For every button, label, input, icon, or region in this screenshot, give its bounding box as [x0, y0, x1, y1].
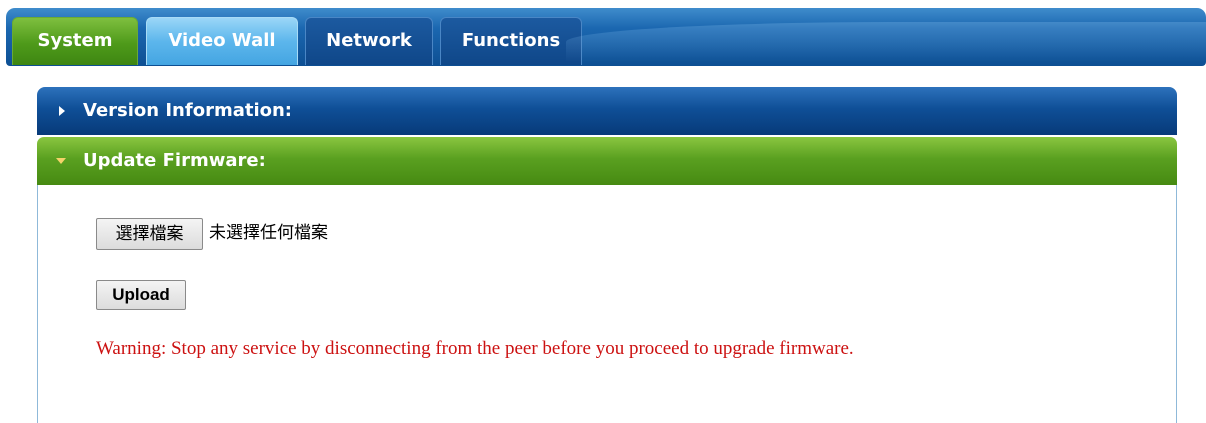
tab-system[interactable]: System [12, 17, 138, 65]
tab-functions[interactable]: Functions [440, 17, 582, 65]
update-firmware-title: Update Firmware: [83, 150, 266, 171]
system-settings-panel: Version Information: Update Firmware: 選擇… [37, 87, 1177, 423]
firmware-update-page: System Video Wall Network Functions Vers… [0, 0, 1206, 423]
firmware-warning-text: Warning: Stop any service by disconnecti… [96, 338, 854, 359]
update-firmware-body: 選擇檔案 未選擇任何檔案 Upload Warning: Stop any se… [37, 185, 1177, 423]
upload-button[interactable]: Upload [96, 280, 186, 310]
choose-file-button[interactable]: 選擇檔案 [96, 218, 203, 250]
tab-network[interactable]: Network [305, 17, 433, 65]
version-information-header[interactable]: Version Information: [37, 87, 1177, 135]
caret-down-icon [56, 158, 66, 164]
main-tab-bar: System Video Wall Network Functions [6, 8, 1206, 66]
update-firmware-header[interactable]: Update Firmware: [37, 137, 1177, 185]
tab-video-wall[interactable]: Video Wall [146, 17, 298, 65]
no-file-chosen-label: 未選擇任何檔案 [209, 223, 328, 243]
caret-right-icon [59, 106, 65, 116]
version-information-title: Version Information: [83, 100, 293, 121]
